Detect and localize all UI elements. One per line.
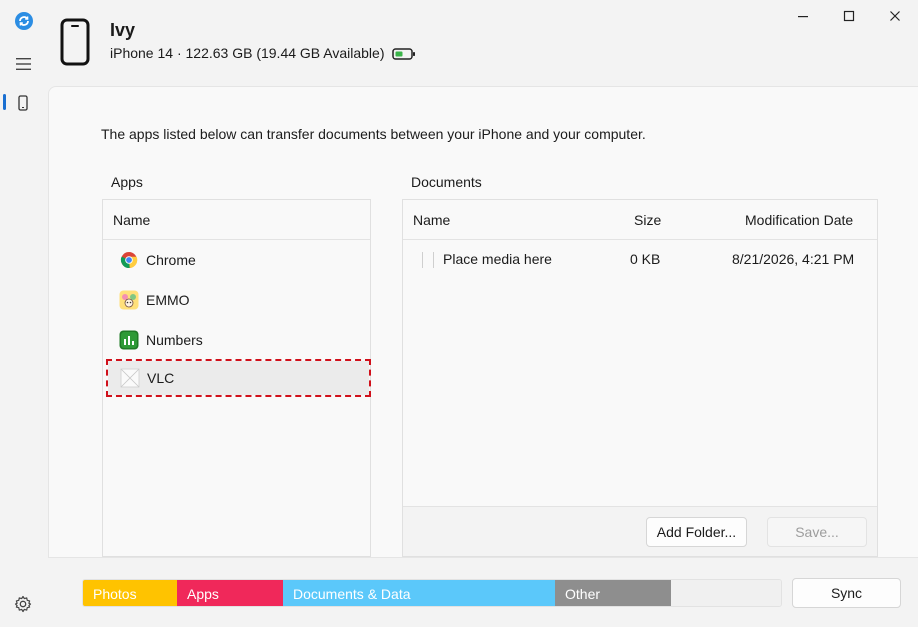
storage-segment-photos: Photos	[83, 580, 177, 606]
minimize-icon	[798, 16, 808, 18]
storage-segment-free	[671, 580, 781, 606]
app-item-chrome[interactable]: Chrome	[107, 242, 366, 278]
storage-segment-apps: Apps	[177, 580, 283, 606]
app-label: EMMO	[146, 292, 190, 308]
document-name: Place media here t	[443, 251, 555, 267]
device-info: iPhone 14 · 122.63 GB (19.44 GB Availabl…	[110, 45, 385, 61]
apps-name-header[interactable]: Name	[103, 200, 370, 240]
document-date: 8/21/2026, 4:21 PM	[732, 251, 855, 267]
app-logo-icon	[15, 12, 33, 30]
documents-label: Documents	[411, 174, 482, 190]
app-item-vlc[interactable]: VLC	[106, 359, 371, 397]
apps-label: Apps	[111, 174, 143, 190]
hamburger-menu-icon[interactable]	[14, 55, 34, 73]
documents-header-row: Name Size Modification Date	[403, 200, 877, 240]
phone-nav-icon	[18, 95, 28, 111]
maximize-button[interactable]	[826, 0, 872, 32]
storage-usage-bar: Photos Apps Documents & Data Other	[82, 579, 782, 607]
documents-footer: Add Folder... Save...	[403, 506, 877, 556]
documents-list: Name Size Modification Date Place media …	[402, 199, 878, 557]
numbers-icon	[119, 330, 139, 350]
maximize-icon	[843, 10, 855, 22]
emmo-icon	[119, 290, 139, 310]
settings-gear-icon[interactable]	[13, 594, 33, 614]
device-name: Ivy	[110, 20, 136, 40]
save-button[interactable]: Save...	[767, 517, 867, 547]
file-icon	[421, 251, 435, 272]
document-row[interactable]: Place media here t 0 KB 8/21/2026, 4:21 …	[403, 240, 877, 278]
intro-text: The apps listed below can transfer docum…	[101, 126, 646, 142]
doc-size-header[interactable]: Size	[634, 200, 661, 240]
apps-list: Name Chrome EMMO Numbers VLC	[102, 199, 371, 557]
storage-segment-other: Other	[555, 580, 671, 606]
app-label: VLC	[147, 370, 175, 386]
app-label: Numbers	[146, 332, 203, 348]
add-folder-button[interactable]: Add Folder...	[646, 517, 747, 547]
device-phone-icon	[60, 18, 90, 69]
storage-segment-documents: Documents & Data	[283, 580, 555, 606]
app-label: Chrome	[146, 252, 196, 268]
app-item-numbers[interactable]: Numbers	[107, 322, 366, 358]
close-icon	[890, 11, 900, 21]
close-button[interactable]	[872, 0, 918, 32]
document-size: 0 KB	[630, 251, 661, 267]
sync-button[interactable]: Sync	[792, 578, 901, 608]
battery-icon	[392, 47, 416, 63]
chrome-icon	[119, 250, 139, 270]
device-nav-item[interactable]	[0, 92, 48, 114]
active-indicator	[3, 94, 6, 110]
doc-name-header[interactable]: Name	[413, 200, 450, 240]
vlc-icon	[120, 368, 140, 388]
doc-date-header[interactable]: Modification Date	[745, 200, 853, 240]
minimize-button[interactable]	[780, 0, 826, 32]
app-item-emmo[interactable]: EMMO	[107, 282, 366, 318]
nav-rail	[0, 0, 48, 627]
